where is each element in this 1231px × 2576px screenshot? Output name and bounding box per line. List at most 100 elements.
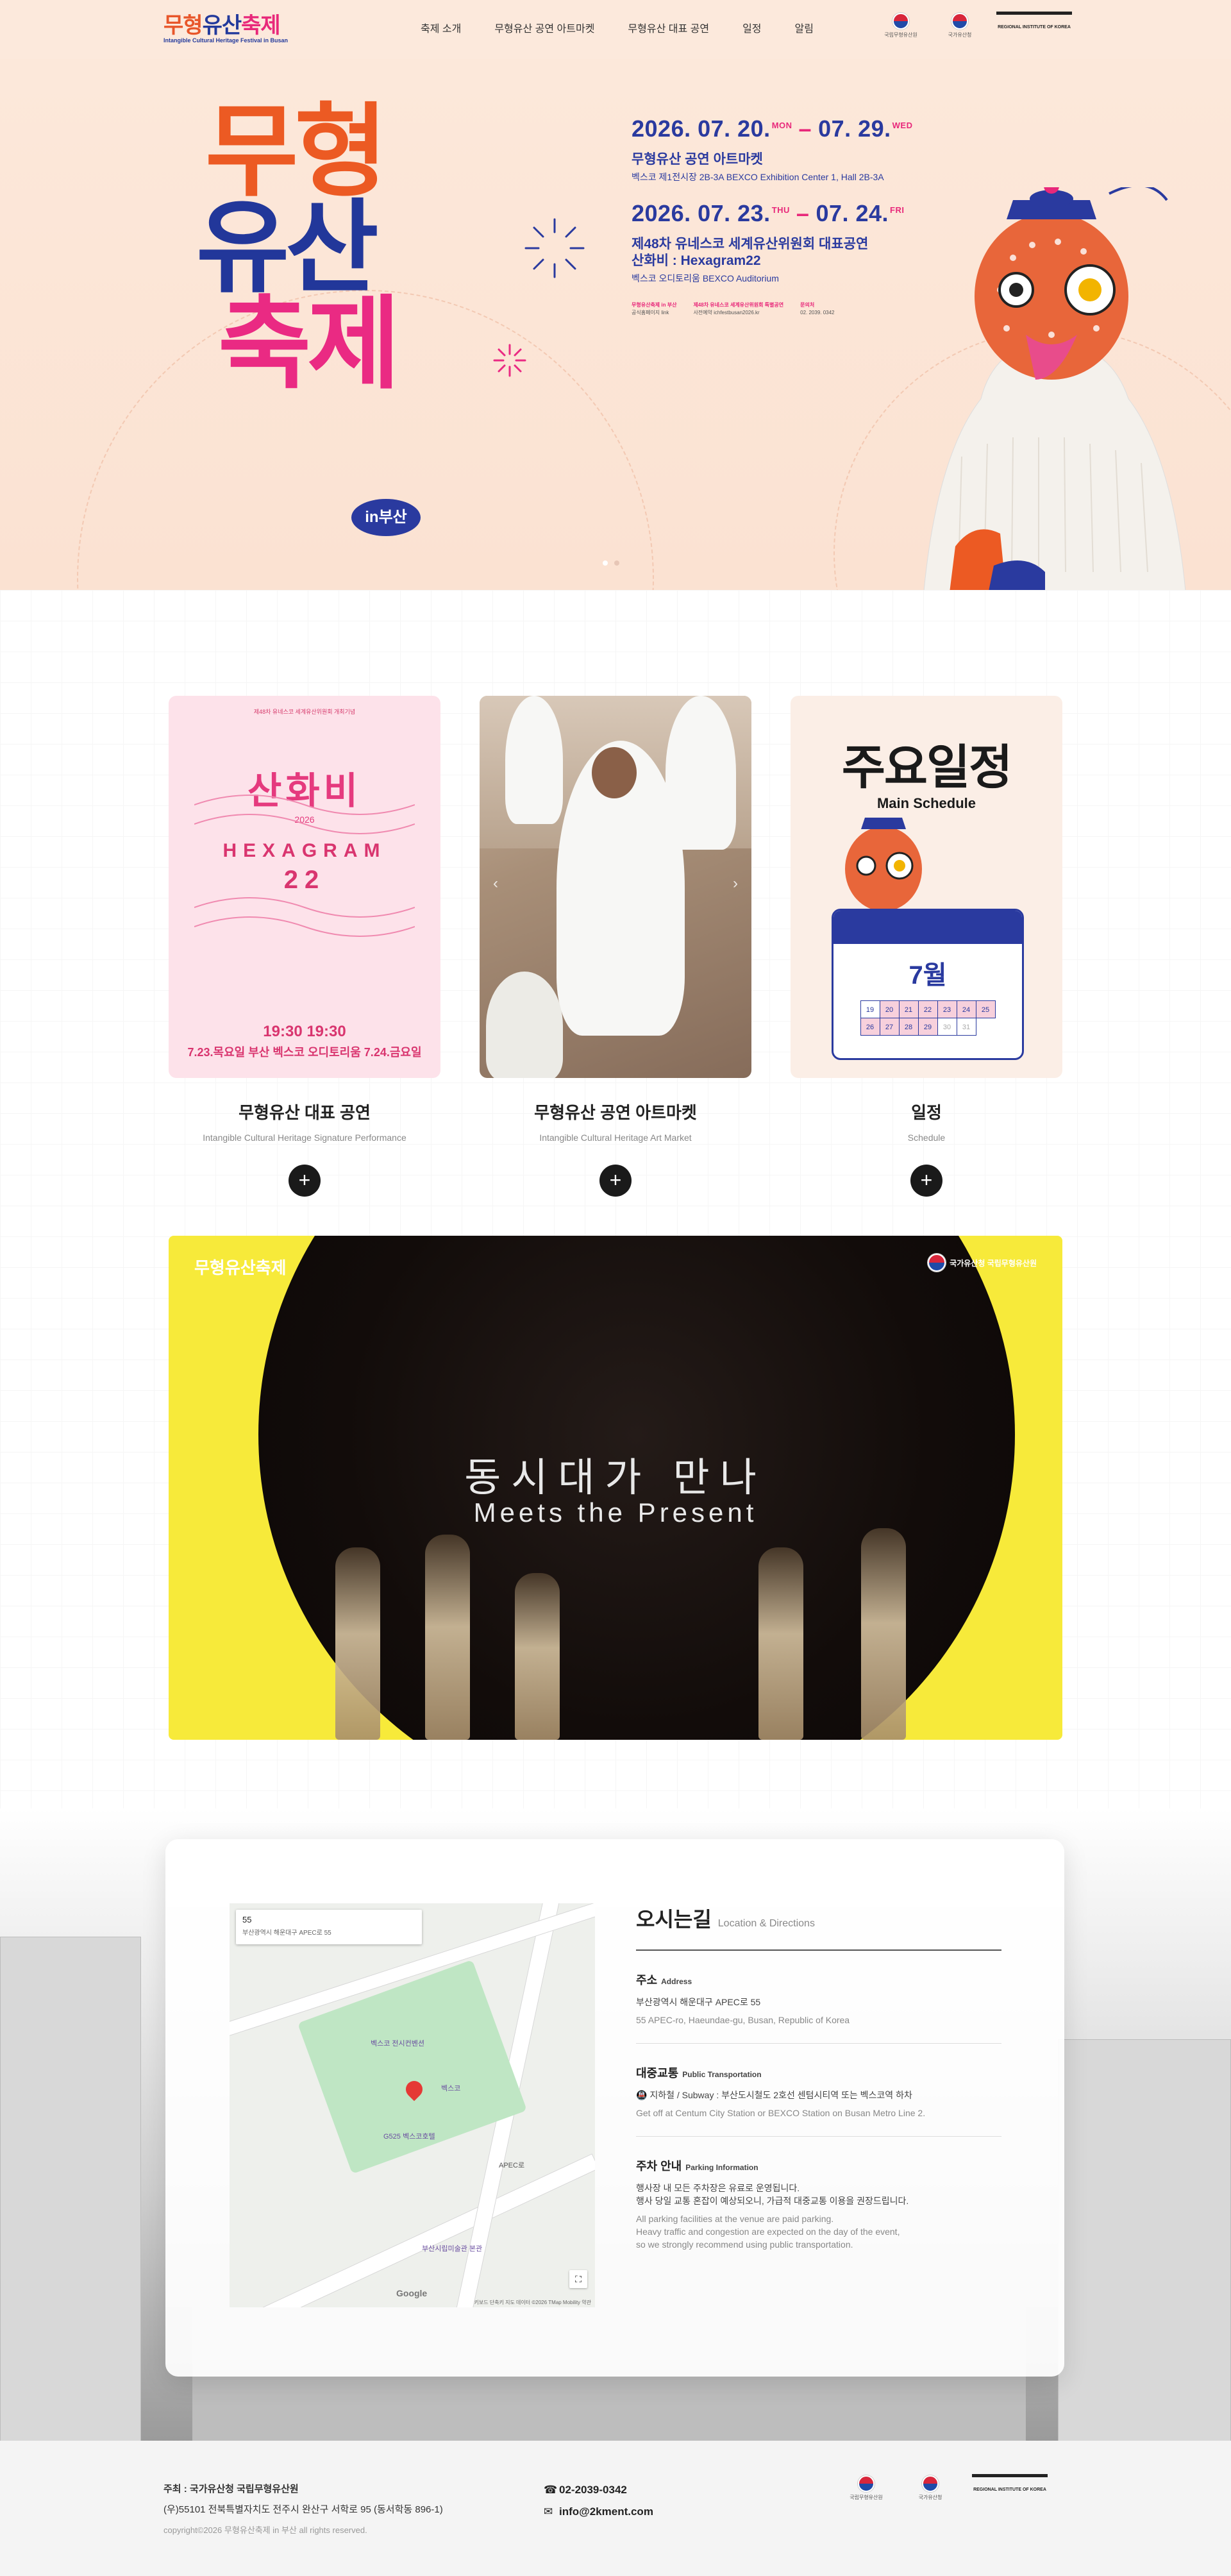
art-market-photo: ‹ › (480, 696, 751, 1078)
org-name-2: 국가유산청 (918, 2495, 942, 2500)
parking-section: 주차 안내 Parking Information 행사장 내 모든 주차장은 유… (636, 2137, 1001, 2268)
date-end: 07. 29. (818, 115, 891, 142)
address-section: 주소 Address 부산광역시 해운대구 APEC로 55 55 APEC-ro… (636, 1951, 1001, 2044)
transport-heading-en: Public Transportation (682, 2070, 762, 2079)
site-logo[interactable]: 무형유산축제 Intangible Cultural Heritage Fest… (163, 13, 292, 49)
building-graphic (0, 1937, 141, 2443)
footer-email[interactable]: ✉ info@2kment.com (544, 2501, 653, 2523)
taegeuk-icon (951, 13, 968, 29)
transport-section: 대중교통 Public Transportation 🚇 지하철 / Subway… (636, 2044, 1001, 2137)
card-title: 무형유산 대표 공연 (239, 1103, 371, 1122)
hero-title-line-3: 축제 (218, 288, 401, 401)
footer-contact: ☎ 02-2039-0342 ✉ info@2kment.com (544, 2479, 653, 2523)
location-title-ko: 오시는길 (636, 1908, 712, 1931)
card-subtitle: Intangible Cultural Heritage Signature P… (203, 1132, 406, 1143)
nav-signature[interactable]: 무형유산 대표 공연 (611, 22, 726, 37)
signature-poster: 제48차 유네스코 세계유산위원회 개최기념 산화비 2026 HEXAGRAM… (169, 696, 440, 1078)
event-venue: 벡스코 제1전시장 2B-3A BEXCO Exhibition Center … (632, 172, 884, 182)
org-logo-kha[interactable]: 국가유산청 (937, 13, 982, 38)
logo-text-2: 유산 (202, 13, 242, 38)
map-road (231, 2153, 595, 2307)
parking-ko-line: 행사 당일 교통 혼잡이 예상되오니, 가급적 대중교통 이용을 권장드립니다. (636, 2196, 909, 2206)
org-name-2: 국가유산청 (948, 32, 972, 38)
unesco-logo[interactable]: REGIONAL INSTITUTE OF KOREA (996, 12, 1072, 40)
calendar-day: 22 (917, 1000, 938, 1018)
calendar-day: 19 (860, 1000, 880, 1018)
phone-icon: ☎ (544, 2484, 558, 2496)
event-art-market: 2026. 07. 20. MON –07. 29. WED 무형유산 공연 아트마켓… (632, 115, 965, 183)
parking-en-line: so we strongly recommend using public tr… (636, 2239, 853, 2250)
map-search-address: 부산광역시 해운대구 APEC로 55 (242, 1930, 331, 1937)
video-logo-org: 국가유산청 국립무형유산원 (928, 1254, 1037, 1272)
card-art-market[interactable]: ‹ › 무형유산 공연 아트마켓 Intangible Cultural Her… (480, 696, 751, 1197)
map-attribution[interactable]: 키보드 단축키 지도 데이터 ©2026 TMap Mobility 약관 (474, 2299, 592, 2306)
nav-notice[interactable]: 알림 (778, 22, 830, 37)
logo-text-1: 무형 (163, 13, 203, 38)
poster-dates: 7.23.목요일 부산 벡스코 오디토리움 7.24.금요일 (187, 1046, 422, 1059)
promo-video[interactable]: 동시대가 만나 Meets the Present 무형유산축제 국가유산청 국… (169, 1236, 1062, 1740)
performer-silhouette (758, 1547, 803, 1740)
dow-end: WED (892, 121, 913, 130)
org-logo-nihc[interactable]: 국립무형유산원 (844, 2475, 889, 2501)
video-logo-festival: 무형유산축제 (194, 1258, 287, 1277)
org-logo-nihc[interactable]: 국립무형유산원 (878, 13, 923, 38)
map-search-box[interactable]: 55 부산광역시 해운대구 APEC로 55 (236, 1910, 422, 1944)
dow-start: THU (771, 205, 790, 215)
hero-title-line-2: 유산 (196, 192, 379, 305)
contact-item[interactable]: 무형유산축제 in 부산 공식홈페이지 link (632, 301, 676, 317)
nav-schedule[interactable]: 일정 (726, 22, 778, 37)
more-button[interactable]: + (289, 1165, 321, 1197)
nav-about[interactable]: 축제 소개 (404, 22, 478, 37)
more-button[interactable]: + (599, 1165, 632, 1197)
mascot-illustration (923, 187, 1186, 590)
prev-arrow-icon[interactable]: ‹ (486, 874, 505, 893)
footer-phone[interactable]: ☎ 02-2039-0342 (544, 2479, 653, 2501)
contact-item[interactable]: 제48차 유네스코 세계유산위원회 특별공연 사전예약 ichfestbusan2… (693, 301, 783, 317)
map-fullscreen-icon[interactable]: ⛶ (569, 2270, 587, 2288)
firework-icon (524, 218, 585, 278)
google-logo: Google (396, 2288, 428, 2298)
contact-value: 02. 2039. 0342 (800, 310, 835, 316)
card-signature-performance[interactable]: 제48차 유네스코 세계유산위원회 개최기념 산화비 2026 HEXAGRAM… (169, 696, 440, 1197)
parking-en-line: All parking facilities at the venue are … (636, 2214, 834, 2224)
contact-value: 사전예약 ichfestbusan2026.kr (693, 310, 760, 316)
poster-time: 19:30 19:30 (263, 1023, 346, 1040)
more-button[interactable]: + (910, 1165, 942, 1197)
program-cards: 제48차 유네스코 세계유산위원회 개최기념 산화비 2026 HEXAGRAM… (169, 696, 1062, 1197)
contact-item: 문의처 02. 2039. 0342 (800, 301, 834, 317)
parking-ko: 행사장 내 모든 주차장은 유료로 운영됩니다. 행사 당일 교통 혼잡이 예상… (636, 2182, 1001, 2207)
location-map[interactable]: 벡스코 전시컨벤션 벡스코 G525 벡스코호텔 부산시립미술관 본관 APEC… (230, 1903, 595, 2307)
hero-banner: 무형 유산 축제 in부산 2026. 07. 20. MON –07. 29. WE… (0, 59, 1231, 590)
location-card: 벡스코 전시컨벤션 벡스코 G525 벡스코호텔 부산시립미술관 본관 APEC… (165, 1839, 1064, 2377)
unesco-logo[interactable]: REGIONAL INSTITUTE OF KOREA (972, 2474, 1048, 2502)
video-caption: 동시대가 만나 Meets the Present (169, 1445, 1062, 1528)
dow-start: MON (771, 121, 792, 130)
footer-phone-text: 02-2039-0342 (559, 2484, 627, 2496)
footer-host: 주최 : 국가유산청 국립무형유산원 (163, 2484, 299, 2495)
calendar-day: 21 (898, 1000, 919, 1018)
calendar-day: 27 (879, 1017, 900, 1036)
calendar-day: 20 (879, 1000, 900, 1018)
performer-silhouette (861, 1528, 906, 1740)
next-arrow-icon[interactable]: › (726, 874, 745, 893)
address-heading-ko: 주소 (636, 1974, 658, 1987)
mascot-small-icon (845, 818, 922, 911)
performer-figure (486, 972, 563, 1078)
date-dash: – (796, 200, 810, 226)
org-logo-kha[interactable]: 국가유산청 (908, 2475, 953, 2501)
logo-text: 무형유산축제 (163, 13, 292, 38)
parking-heading-ko: 주차 안내 (636, 2160, 682, 2173)
card-schedule[interactable]: 주요일정 Main Schedule 7월 19 20 21 22 23 24 (791, 696, 1062, 1197)
performer-face (592, 747, 637, 798)
pagination-dot[interactable] (614, 560, 619, 566)
calendar-day: 25 (975, 1000, 996, 1018)
video-caption-ko: 동시대가 만나 (464, 1456, 767, 1500)
firework-small-icon (493, 344, 526, 377)
date-start: 2026. 07. 23. (632, 200, 771, 226)
site-footer: 주최 : 국가유산청 국립무형유산원 (우)55101 전북특별자치도 전주시 … (0, 2441, 1231, 2576)
transport-heading-ko: 대중교통 (636, 2067, 679, 2080)
calendar-day: 28 (898, 1017, 919, 1036)
nav-art-market[interactable]: 무형유산 공연 아트마켓 (478, 22, 611, 37)
pagination-dot[interactable] (603, 560, 608, 566)
taegeuk-icon (928, 1254, 946, 1272)
